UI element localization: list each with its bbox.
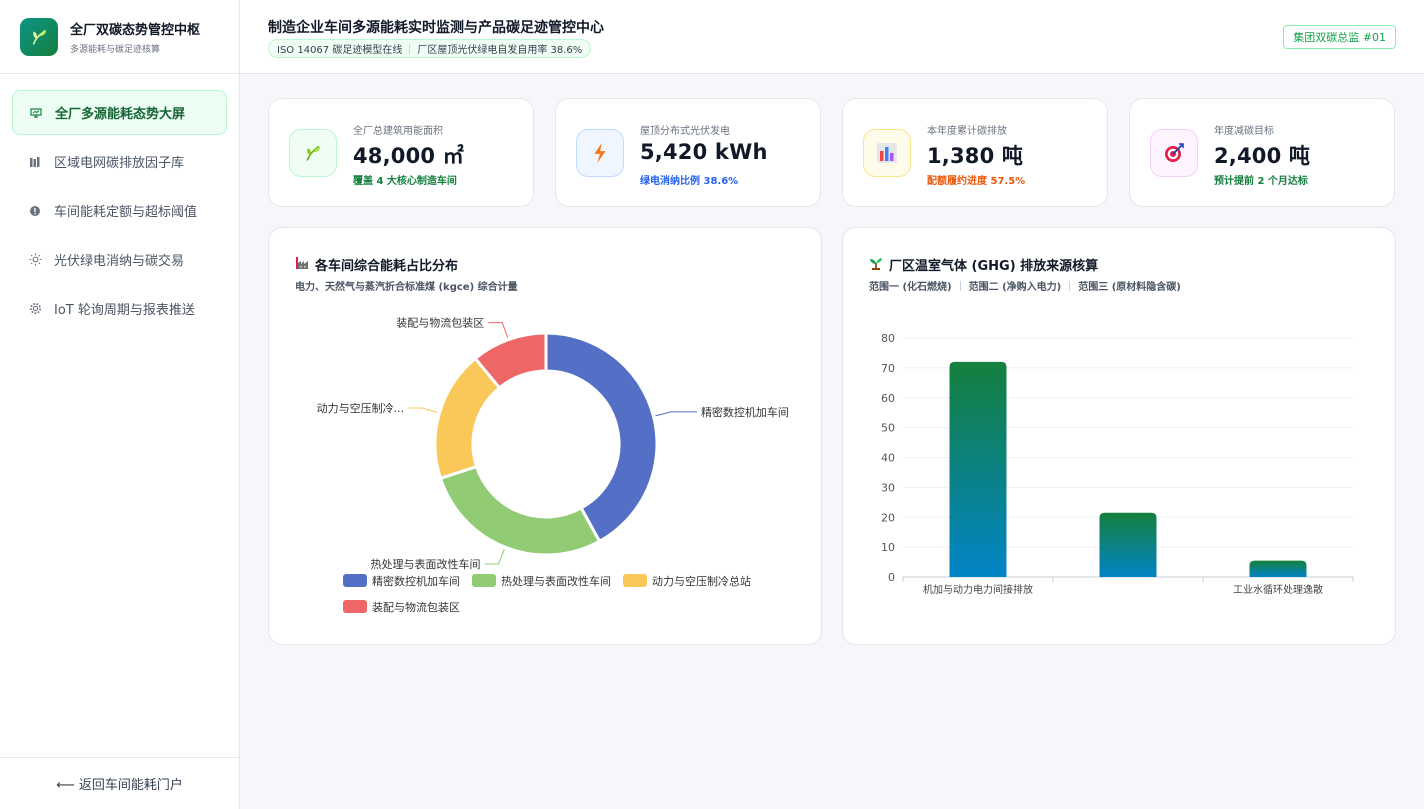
- sidebar-item-iot-reports[interactable]: IoT 轮询周期与报表推送: [12, 286, 227, 331]
- y-tick-label: 40: [881, 452, 895, 465]
- kpi-label: 屋顶分布式光伏发电: [640, 126, 730, 137]
- brand-title: 全厂双碳态势管控中枢: [70, 22, 201, 38]
- bar[interactable]: [949, 361, 1007, 577]
- kpi-value: 2,400 吨: [1214, 144, 1311, 168]
- kpi-value: 1,380 吨: [927, 144, 1024, 168]
- badge-solar-rate: 厂区屋顶光伏绿电自发自用率 38.6%: [417, 45, 583, 56]
- sidebar-item-label: 车间能耗定额与超标阈值: [54, 205, 198, 220]
- y-tick-label: 10: [881, 541, 895, 554]
- badge-model-status: ISO 14067 碳足迹模型在线: [277, 45, 403, 56]
- callout-line: [488, 322, 509, 338]
- donut-chart: 精密数控机加车间热处理与表面改性车间动力与空压制冷...装配与物流包装区精密数控…: [317, 316, 789, 614]
- sidebar-item-label: IoT 轮询周期与报表推送: [54, 303, 195, 318]
- kpi-card-solar-generation: 屋顶分布式光伏发电 5,420 kWh 绿电消纳比例 38.6%: [555, 98, 821, 207]
- bar-chart: 0 10 20 30 40 50 60 70 80 机加与动力电力间接排放 工业水循环处理逸散: [881, 332, 1354, 596]
- legend-label[interactable]: 热处理与表面改性车间: [501, 574, 611, 588]
- sidebar-item-label: 光伏绿电消纳与碳交易: [54, 254, 185, 269]
- callout-line: [484, 548, 505, 565]
- alert-icon: [28, 204, 42, 218]
- sidebar-item-label: 全厂多源能耗态势大屏: [55, 107, 186, 122]
- sidebar-item-emission-factors[interactable]: 区域电网碳排放因子库: [12, 139, 227, 184]
- donut-slice[interactable]: [544, 331, 659, 543]
- bar-chart-icon: [863, 129, 911, 177]
- back-to-portal-link[interactable]: ⟵ 返回车间能耗门户: [0, 757, 239, 809]
- legend-swatch[interactable]: [343, 600, 367, 613]
- workshop-energy-share-panel: 各车间综合能耗占比分布 电力、天然气与蒸汽折合标准煤 (kgce) 综合计量 精…: [268, 227, 822, 645]
- ghg-sources-panel: 厂区温室气体 (GHG) 排放来源核算 范围一 (化石燃烧) 范围二 (净购入电…: [842, 227, 1396, 645]
- kpi-value: 5,420 kWh: [640, 140, 768, 164]
- slice-label: 精密数控机加车间: [701, 405, 789, 419]
- sidebar-item-dashboard[interactable]: 全厂多源能耗态势大屏: [12, 90, 227, 135]
- legend-label[interactable]: 装配与物流包装区: [372, 600, 460, 614]
- leaf-icon: [289, 129, 337, 177]
- y-tick-label: 20: [881, 511, 895, 524]
- kpi-label: 全厂总建筑用能面积: [353, 126, 443, 137]
- x-tick-label: 工业水循环处理逸散: [1233, 583, 1323, 596]
- callout-line: [408, 407, 438, 413]
- gear-icon: [28, 302, 42, 316]
- y-tick-label: 30: [881, 481, 895, 494]
- callout-line: [655, 411, 697, 417]
- kpi-note: 覆盖 4 大核心制造车间: [353, 176, 457, 187]
- bar[interactable]: [1099, 512, 1157, 577]
- status-badge: ISO 14067 碳足迹模型在线 厂区屋顶光伏绿电自发自用率 38.6%: [268, 39, 592, 58]
- y-tick-label: 60: [881, 392, 895, 405]
- kpi-label: 本年度累计碳排放: [927, 126, 1007, 137]
- user-role-button[interactable]: 集团双碳总监 #01: [1283, 25, 1396, 49]
- x-tick-label: 机加与动力电力间接排放: [923, 583, 1033, 596]
- slice-label: 动力与空压制冷...: [317, 401, 405, 415]
- legend-swatch[interactable]: [343, 574, 367, 587]
- donut-slice[interactable]: [438, 465, 601, 557]
- target-icon: [1150, 129, 1198, 177]
- sidebar-item-solar-trading[interactable]: 光伏绿电消纳与碳交易: [12, 237, 227, 282]
- slice-label: 热处理与表面改性车间: [371, 557, 481, 571]
- sun-icon: [28, 253, 42, 267]
- kpi-note: 预计提前 2 个月达标: [1214, 176, 1308, 187]
- sidebar-item-quota-thresholds[interactable]: 车间能耗定额与超标阈值: [12, 188, 227, 233]
- y-tick-label: 80: [881, 332, 895, 345]
- legend-label[interactable]: 精密数控机加车间: [372, 574, 460, 588]
- top-header: 制造企业车间多源能耗实时监测与产品碳足迹管控中心 ISO 14067 碳足迹模型…: [240, 0, 1424, 74]
- sidebar: 全厂双碳态势管控中枢 多源能耗与碳足迹核算 全厂多源能耗态势大屏 区域电网碳排放…: [0, 0, 240, 809]
- kpi-note: 绿电消纳比例 38.6%: [640, 176, 739, 187]
- y-tick-label: 0: [888, 571, 895, 584]
- brand: 全厂双碳态势管控中枢 多源能耗与碳足迹核算: [0, 0, 239, 74]
- dashboard-icon: [29, 106, 43, 120]
- leaf-logo-icon: [20, 17, 58, 56]
- kpi-card-annual-emissions: 本年度累计碳排放 1,380 吨 配额履约进度 57.5%: [842, 98, 1108, 207]
- brand-subtitle: 多源能耗与碳足迹核算: [70, 44, 161, 55]
- kpi-label: 年度减碳目标: [1214, 126, 1274, 137]
- lightning-icon: [576, 129, 624, 177]
- legend-swatch[interactable]: [472, 574, 496, 587]
- slice-label: 装配与物流包装区: [396, 316, 484, 330]
- kpi-note: 配额履约进度 57.5%: [927, 176, 1026, 187]
- legend-swatch[interactable]: [623, 574, 647, 587]
- kpi-value: 48,000 ㎡: [353, 144, 464, 168]
- badge-divider: [409, 43, 411, 54]
- library-icon: [28, 155, 42, 169]
- kpi-card-building-area: 全厂总建筑用能面积 48,000 ㎡ 覆盖 4 大核心制造车间: [268, 98, 534, 207]
- y-tick-label: 70: [881, 362, 895, 375]
- bar[interactable]: [1249, 560, 1307, 577]
- sidebar-item-label: 区域电网碳排放因子库: [54, 156, 185, 171]
- y-tick-label: 50: [881, 422, 895, 435]
- sidebar-nav: 全厂多源能耗态势大屏 区域电网碳排放因子库 车间能耗定额与超标阈值 光伏绿电消纳…: [0, 74, 239, 351]
- kpi-card-reduction-target: 年度减碳目标 2,400 吨 预计提前 2 个月达标: [1129, 98, 1395, 207]
- page-title: 制造企业车间多源能耗实时监测与产品碳足迹管控中心: [268, 20, 604, 36]
- legend-label[interactable]: 动力与空压制冷总站: [652, 574, 751, 588]
